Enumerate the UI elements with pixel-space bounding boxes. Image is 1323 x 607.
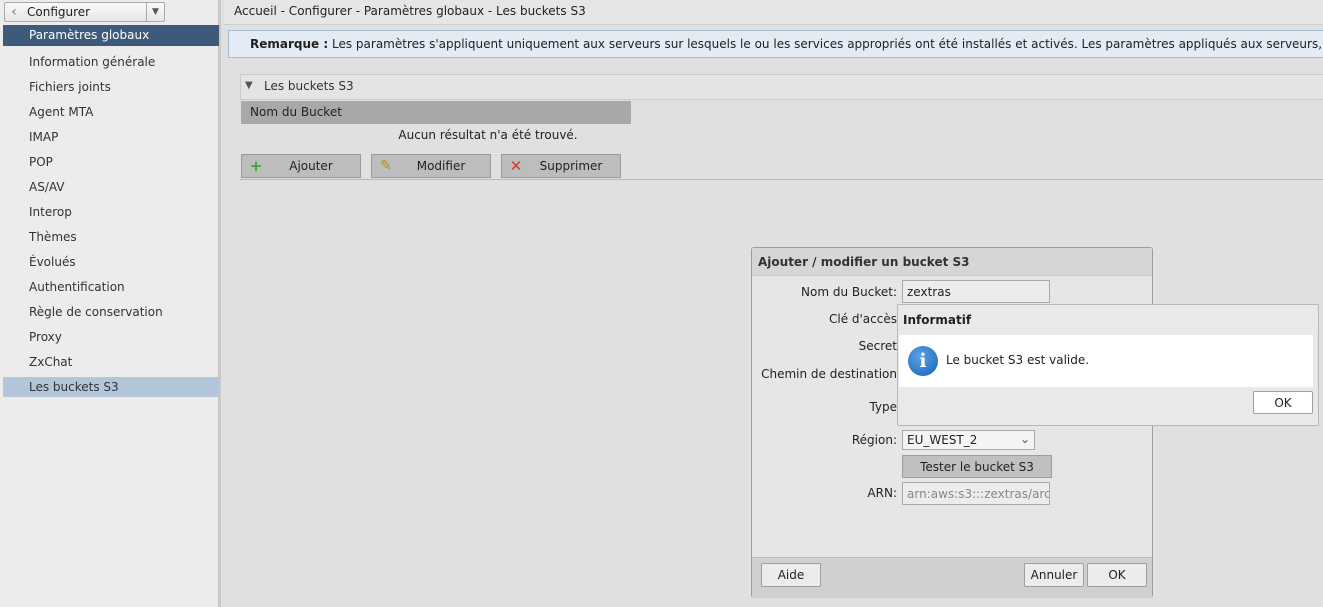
region-select[interactable]: EU_WEST_2 ⌄ <box>902 430 1035 450</box>
section-header[interactable]: Paramètres globaux <box>3 25 219 46</box>
help-button[interactable]: Aide <box>761 563 821 587</box>
empty-message: Aucun résultat n'a été trouvé. <box>398 128 578 142</box>
info-icon: i <box>908 346 938 376</box>
delete-button[interactable]: ✕ Supprimer <box>501 154 621 178</box>
info-dialog: Informatif i Le bucket S3 est valide. OK <box>897 304 1319 426</box>
bucket-name-label: Nom du Bucket: <box>801 285 897 299</box>
sidebar-item-proxy[interactable]: Proxy <box>3 327 219 347</box>
back-icon[interactable]: ‹ <box>5 3 23 21</box>
secret-label: Secret <box>858 339 897 353</box>
collapse-triangle-icon[interactable]: ▼ <box>245 80 253 91</box>
sidebar-item-buckets-s3[interactable]: Les buckets S3 <box>3 377 219 397</box>
sidebar-item-pop[interactable]: POP <box>3 152 219 172</box>
edit-button-label: Modifier <box>416 159 466 173</box>
chevron-down-icon: ⌄ <box>1019 432 1030 446</box>
chevron-down-icon[interactable]: ▼ <box>146 3 164 21</box>
sidebar-item-as-av[interactable]: AS/AV <box>3 177 219 197</box>
cancel-button[interactable]: Annuler <box>1024 563 1084 587</box>
sidebar-item-zxchat[interactable]: ZxChat <box>3 352 219 372</box>
region-value: EU_WEST_2 <box>907 433 978 447</box>
breadcrumb: Accueil - Configurer - Paramètres globau… <box>224 0 1323 25</box>
add-button-label: Ajouter <box>289 159 333 173</box>
region-label: Région: <box>851 433 897 447</box>
info-dialog-body: i Le bucket S3 est valide. <box>899 335 1313 387</box>
edit-button[interactable]: ✎ Modifier <box>371 154 491 178</box>
notice-label: Remarque : <box>250 37 329 51</box>
nav-header[interactable]: ‹ Configurer ▼ <box>4 2 165 22</box>
sidebar-item-agent-mta[interactable]: Agent MTA <box>3 102 219 122</box>
notice-banner: Remarque : Les paramètres s'appliquent u… <box>228 30 1323 58</box>
notice-text: Les paramètres s'appliquent uniquement a… <box>331 37 1323 51</box>
sidebar-item-fichiers-joints[interactable]: Fichiers joints <box>3 77 219 97</box>
info-dialog-title[interactable]: Informatif <box>903 313 971 327</box>
sidebar-item-interop[interactable]: Interop <box>3 202 219 222</box>
sidebar-item-evolues[interactable]: Évolués <box>3 252 219 272</box>
panel-header[interactable]: ▼ Les buckets S3 <box>240 74 1323 100</box>
info-ok-button[interactable]: OK <box>1253 391 1313 414</box>
panel-title: Les buckets S3 <box>264 79 354 93</box>
bucket-name-field[interactable]: zextras <box>902 280 1050 303</box>
divider <box>240 179 1323 180</box>
arn-label: ARN: <box>867 486 897 500</box>
add-button[interactable]: + Ajouter <box>241 154 361 178</box>
sidebar-item-imap[interactable]: IMAP <box>3 127 219 147</box>
nav-title: Configurer <box>27 5 91 19</box>
type-label: Type <box>869 400 897 414</box>
dialog-ok-button[interactable]: OK <box>1087 563 1147 587</box>
sidebar-item-regle-conservation[interactable]: Règle de conservation <box>3 302 219 322</box>
arn-field[interactable]: arn:aws:s3:::zextras/archi <box>902 482 1050 505</box>
info-message: Le bucket S3 est valide. <box>946 353 1090 367</box>
delete-button-label: Supprimer <box>539 159 603 173</box>
column-header-bucket-name[interactable]: Nom du Bucket <box>241 101 631 124</box>
sidebar: ‹ Configurer ▼ Paramètres globaux Inform… <box>0 0 221 607</box>
sidebar-item-information-generale[interactable]: Information générale <box>3 52 219 72</box>
sidebar-item-themes[interactable]: Thèmes <box>3 227 219 247</box>
test-bucket-button[interactable]: Tester le bucket S3 <box>902 455 1052 478</box>
access-key-label: Clé d'accès <box>828 312 897 326</box>
sidebar-item-authentification[interactable]: Authentification <box>3 277 219 297</box>
destination-path-label: Chemin de destination <box>761 367 897 381</box>
dialog-footer: Aide Annuler OK <box>752 557 1152 598</box>
dialog-title[interactable]: Ajouter / modifier un bucket S3 <box>752 248 1152 276</box>
